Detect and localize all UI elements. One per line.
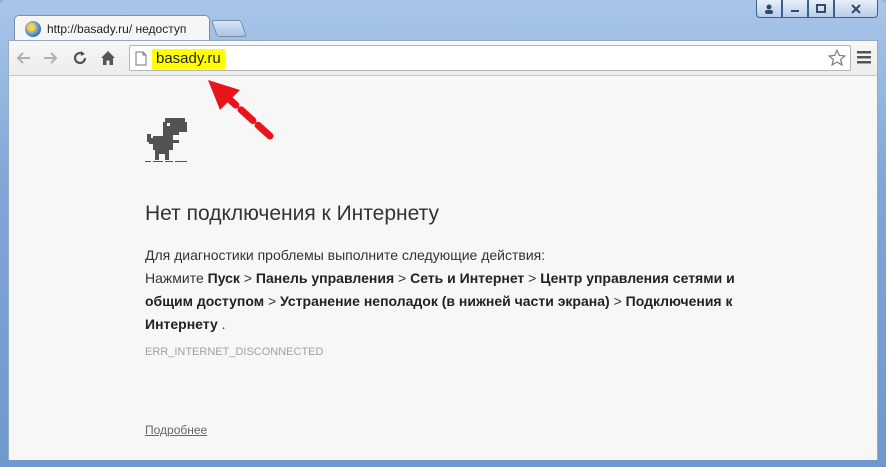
steps-text: Нажмите Пуск > Панель управления > Сеть … [145, 267, 745, 336]
tab-title: http://basady.ru/ недоступ [47, 21, 187, 36]
toolbar: basady.ru [8, 40, 878, 76]
address-bar[interactable]: basady.ru [129, 45, 851, 71]
page-title: Нет подключения к Интернету [145, 202, 439, 225]
maximize-icon[interactable] [808, 0, 834, 18]
home-icon[interactable] [99, 49, 117, 67]
globe-icon [25, 20, 41, 37]
page-icon [135, 51, 147, 71]
page-content: Нет подключения к Интернету Для диагност… [8, 76, 878, 460]
step-start: Пуск [207, 270, 240, 286]
tab-active[interactable]: http://basady.ru/ недоступ [14, 15, 210, 41]
step-network-internet: Сеть и Интернет [410, 270, 525, 286]
step-separator: > [398, 270, 407, 286]
step-separator: > [528, 270, 537, 286]
dinosaur-icon [145, 116, 189, 169]
step-separator: > [613, 293, 622, 309]
window-caption-buttons [756, 0, 878, 18]
url-text[interactable]: basady.ru [152, 49, 225, 69]
step-separator: > [267, 293, 277, 309]
browser-window: http://basady.ru/ недоступ basady.ru Нет… [0, 0, 886, 467]
more-details-link[interactable]: Подробнее [145, 423, 207, 437]
back-arrow-icon[interactable] [14, 49, 32, 67]
step-control-panel: Панель управления [255, 270, 395, 286]
step-separator: > [243, 270, 253, 286]
hamburger-menu-icon[interactable] [857, 50, 871, 69]
error-code: ERR_INTERNET_DISCONNECTED [145, 346, 324, 358]
instructions: Для диагностики проблемы выполните следу… [145, 244, 745, 336]
steps-end: . [221, 316, 226, 332]
forward-arrow-icon[interactable] [42, 49, 60, 67]
steps-prefix: Нажмите [145, 270, 204, 286]
intro-text: Для диагностики проблемы выполните следу… [145, 247, 546, 263]
close-icon[interactable] [834, 0, 878, 18]
new-tab-button[interactable] [210, 20, 248, 37]
reload-icon[interactable] [71, 49, 89, 67]
user-icon[interactable] [756, 0, 782, 18]
star-icon[interactable] [827, 48, 847, 72]
minimize-icon[interactable] [782, 0, 808, 18]
annotation-arrow-icon [208, 80, 274, 140]
step-troubleshoot: Устранение неполадок (в нижней части экр… [280, 293, 610, 309]
